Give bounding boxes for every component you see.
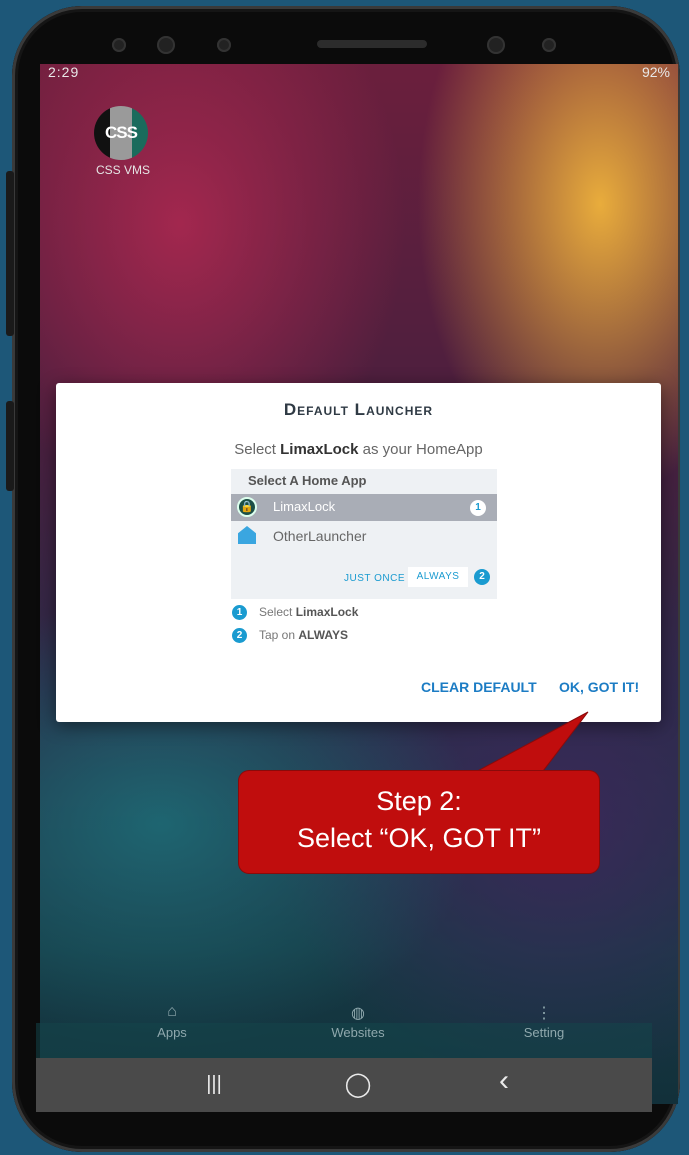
preview-option-other: OtherLauncher (231, 523, 497, 550)
front-camera-icon (487, 36, 505, 54)
home-icon: ⌂ (167, 1003, 177, 1020)
status-time: 2:29 (48, 64, 80, 80)
bixby-button (6, 401, 14, 491)
system-nav-bar: ||| ◯ ‹ (36, 1058, 652, 1112)
sensor-icon (217, 38, 231, 52)
subtitle-suffix: as your HomeApp (358, 441, 483, 458)
css-vms-app-icon[interactable]: CSS (94, 106, 148, 160)
speaker-grille (317, 40, 427, 48)
step-bold: LimaxLock (295, 605, 359, 619)
back-button[interactable]: ‹ (484, 1064, 524, 1098)
sensor-icon (542, 38, 556, 52)
home-icon (238, 526, 256, 544)
step-number: 1 (232, 605, 247, 621)
camera-bar (102, 30, 582, 60)
clear-default-button[interactable]: CLEAR DEFAULT (421, 679, 537, 695)
lock-icon: 🔒 (237, 497, 257, 517)
step-badge: 2 (474, 569, 490, 585)
preview-heading: Select A Home App (248, 473, 367, 488)
preview-option-label: OtherLauncher (273, 528, 367, 544)
tab-websites[interactable]: ◍ Websites (318, 1003, 398, 1040)
tab-label: Websites (331, 1025, 385, 1040)
callout-line-2: Select “OK, GOT IT” (296, 823, 542, 853)
tab-setting[interactable]: ⋮ Setting (504, 1003, 584, 1040)
subtitle-app: LimaxLock (280, 441, 359, 458)
dialog-title: Default Launcher (283, 400, 434, 419)
bottom-tab-bar: ⌂ Apps ◍ Websites ⋮ Setting (36, 1003, 652, 1058)
step-instruction: 2 Tap on ALWAYS (232, 628, 348, 644)
step-callout: Step 2: Select “OK, GOT IT” (239, 771, 599, 873)
sensor-icon (112, 38, 126, 52)
preview-always: ALWAYS (408, 567, 468, 587)
camera-icon (157, 36, 175, 54)
step-bold: ALWAYS (298, 628, 348, 642)
step-badge: 1 (470, 500, 486, 516)
tab-label: Setting (523, 1025, 565, 1040)
more-vertical-icon: ⋮ (536, 1005, 552, 1022)
app-icon-text: CSS (105, 123, 138, 142)
callout-line-1: Step 2: (376, 786, 462, 816)
globe-icon: ◍ (351, 1005, 365, 1022)
home-app-preview: Select A Home App 🔒 LimaxLock 1 OtherLau… (231, 469, 497, 599)
tab-label: Apps (157, 1025, 187, 1040)
home-button[interactable]: ◯ (338, 1070, 378, 1099)
step-prefix: Tap on (259, 628, 299, 642)
callout-text: Step 2: Select “OK, GOT IT” (239, 783, 599, 857)
subtitle-prefix: Select (234, 441, 281, 458)
battery-indicator: 92% (641, 64, 670, 80)
app-label: CSS VMS (95, 163, 150, 177)
tab-apps[interactable]: ⌂ Apps (132, 1003, 212, 1040)
volume-button (6, 171, 14, 336)
default-launcher-dialog: Default Launcher Select LimaxLock as you… (56, 383, 661, 722)
preview-option-limaxlock: 🔒 LimaxLock 1 (231, 494, 497, 521)
ok-got-it-button[interactable]: OK, GOT IT! (559, 679, 639, 695)
dialog-subtitle: Select LimaxLock as your HomeApp (56, 441, 661, 458)
preview-option-label: LimaxLock (273, 499, 336, 514)
preview-just-once: JUST ONCE (344, 573, 405, 584)
step-number: 2 (232, 628, 247, 644)
step-prefix: Select (259, 605, 296, 619)
recents-button[interactable]: ||| (194, 1073, 234, 1096)
step-instruction: 1 Select LimaxLock (232, 605, 359, 621)
status-bar: 2:29 92% (40, 64, 678, 90)
